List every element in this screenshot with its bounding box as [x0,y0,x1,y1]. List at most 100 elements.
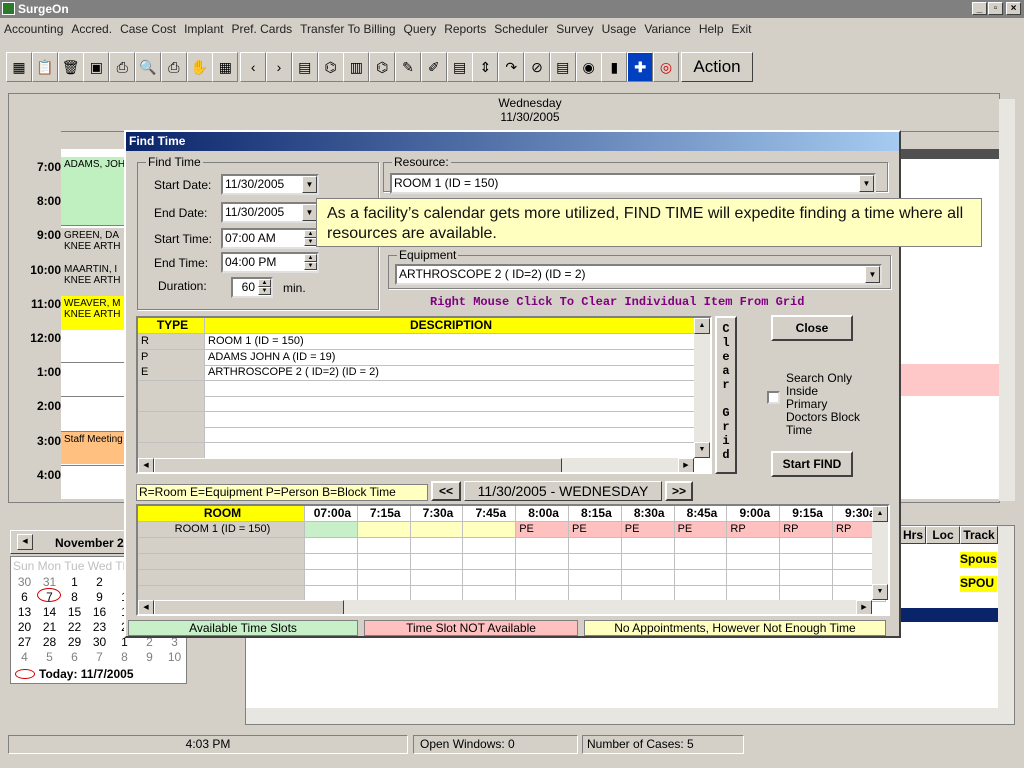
case-list-vscroll[interactable] [998,526,1014,724]
slot-header[interactable]: 9:15a [780,506,833,522]
mini-cal-day[interactable]: 8 [62,590,87,604]
scroll-right-icon[interactable]: ▶ [678,458,694,472]
eye-icon[interactable]: ◉ [575,52,602,82]
item-type-cell[interactable]: R [138,334,205,350]
resource-dropdown-icon[interactable]: ▼ [859,175,874,192]
slot-cell-not-available[interactable]: PE [674,522,728,538]
minimize-button[interactable]: _ [972,2,987,15]
print-preview-icon[interactable]: 🔍 [135,52,161,82]
equipment-select[interactable]: ARTHROSCOPE 2 ( ID=2) (ID = 2) ▼ [395,264,882,285]
slot-cell-empty[interactable] [410,570,464,586]
appointment-block[interactable]: ADAMS, JOH [61,157,127,225]
appointment-block[interactable]: GREEN, DA KNEE ARTH [61,228,127,262]
slot-cell-empty[interactable] [569,538,622,554]
item-description-cell[interactable]: ROOM 1 (ID = 150) [205,334,695,350]
appointment-block[interactable]: MAARTIN, I KNEE ARTH [61,262,127,296]
slot-cell-empty[interactable] [780,570,833,586]
slot-scroll-down-icon[interactable]: ▼ [872,584,888,600]
calendar-scrollbar[interactable] [999,99,1015,501]
menu-survey[interactable]: Survey [556,19,593,39]
equipment-dropdown-icon[interactable]: ▼ [865,266,880,283]
item-type-cell[interactable] [138,411,205,428]
slot-header[interactable]: 8:30a [621,506,675,522]
scroll-down-icon[interactable]: ▼ [694,442,710,458]
mini-cal-day[interactable]: 28 [37,635,62,649]
room-row-empty[interactable] [138,570,305,586]
end-date-field[interactable]: 11/30/2005 ▼ [221,202,319,223]
slot-cell-empty[interactable] [621,538,675,554]
slot-cell-empty[interactable] [569,554,622,570]
mini-cal-day[interactable]: 31 [37,575,62,589]
mini-cal-day[interactable]: 9 [137,650,162,664]
menu-exit[interactable]: Exit [732,19,752,39]
clipboard-icon[interactable]: 📋 [31,52,58,82]
slot-cell-empty[interactable] [569,570,622,586]
slot-cell-not-available[interactable]: PE [516,522,569,538]
slot-cell-empty[interactable] [727,538,781,554]
item-description-cell[interactable] [205,427,695,443]
resource-select[interactable]: ROOM 1 (ID = 150) ▼ [390,173,876,194]
case-column-track[interactable]: Track [960,526,998,544]
note-icon[interactable]: ✐ [420,52,447,82]
calendar-icon[interactable]: ▦ [6,52,32,82]
slot-cell-empty[interactable] [463,570,517,586]
start-date-dropdown-icon[interactable]: ▼ [302,176,317,193]
mini-cal-day[interactable]: 10 [162,650,187,664]
mini-cal-day[interactable]: 5 [37,650,62,664]
schedule-icon[interactable]: ▤ [291,52,318,82]
action-button[interactable]: Action [681,52,753,82]
item-description-cell[interactable] [205,442,695,459]
mini-cal-day[interactable]: 20 [12,620,37,634]
slot-scroll-right-icon[interactable]: ▶ [856,600,872,614]
mini-cal-day[interactable]: 2 [87,575,112,589]
slot-cell-not-enough[interactable] [357,522,411,538]
slot-cell-empty[interactable] [780,554,833,570]
item-description-cell[interactable] [205,411,695,428]
slot-header[interactable]: 8:15a [569,506,622,522]
slot-vscroll[interactable]: ▲ ▼ [872,506,888,600]
close-button[interactable]: Close [771,315,853,341]
case-list-hscroll[interactable] [246,708,998,724]
mini-cal-day[interactable]: 23 [87,620,112,634]
mini-cal-day[interactable]: 14 [37,605,62,619]
search-only-checkbox[interactable] [767,391,780,404]
time-slot-grid[interactable]: ROOM 07:00a 7:15a 7:30a 7:45a 8:00a 8:15a 8:30… [136,504,890,616]
slot-cell-empty[interactable] [516,570,569,586]
items-grid[interactable]: TYPE DESCRIPTION R ROOM 1 (ID = 150) P ADAM… [136,316,712,474]
mini-cal-day[interactable]: 30 [12,575,37,589]
appointment-block[interactable]: Staff Meeting [61,432,127,464]
type-column-header[interactable]: TYPE [138,318,205,334]
form-icon[interactable]: ▤ [549,52,576,82]
slot-header[interactable]: 7:30a [410,506,464,522]
room-column-header[interactable]: ROOM [138,506,305,522]
duration-up-icon[interactable]: ▲ [258,279,271,287]
menu-scheduler[interactable]: Scheduler [494,19,548,39]
slot-cell-empty[interactable] [357,538,411,554]
slot-cell-not-available[interactable]: PE [569,522,622,538]
menu-pref-cards[interactable]: Pref. Cards [231,19,292,39]
mini-cal-prev-button[interactable]: ◀ [17,534,33,550]
mini-cal-day[interactable]: 6 [62,650,87,664]
slot-cell-empty[interactable] [727,554,781,570]
item-type-cell[interactable]: P [138,349,205,366]
slot-cell-available[interactable] [305,522,358,538]
room-row-empty[interactable] [138,538,305,554]
slot-cell-empty[interactable] [621,570,675,586]
slot-cell-empty[interactable] [674,538,728,554]
mini-cal-day[interactable]: 15 [62,605,87,619]
next-icon[interactable]: › [266,52,292,82]
handshake-icon[interactable]: ✋ [186,52,213,82]
printer-icon[interactable]: ⎙ [109,52,136,82]
slot-header[interactable]: 8:00a [516,506,569,522]
id-card-icon[interactable]: ▣ [83,52,110,82]
print-setup-icon[interactable]: ⎙ [160,52,187,82]
slot-scroll-left-icon[interactable]: ◀ [138,600,154,614]
slot-scroll-up-icon[interactable]: ▲ [872,506,888,522]
slot-cell-empty[interactable] [305,570,358,586]
slot-cell-not-enough[interactable] [410,522,464,538]
description-column-header[interactable]: DESCRIPTION [205,318,695,334]
menu-accred-[interactable]: Accred. [71,19,112,39]
slot-cell-empty[interactable] [621,554,675,570]
room-row-empty[interactable] [138,554,305,570]
edit-icon[interactable]: ✎ [395,52,421,82]
